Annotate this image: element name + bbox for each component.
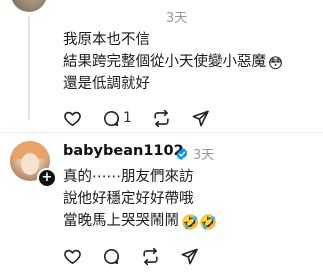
commenter-username[interactable]: babybean1102	[63, 143, 184, 159]
like-button[interactable]	[63, 247, 82, 266]
share-button[interactable]	[191, 109, 210, 128]
reply-count: 1	[123, 110, 132, 126]
comment-line: 說他好穩定好好帶哦	[63, 191, 194, 207]
rofl-emoji: 🤣🤣	[181, 215, 218, 231]
comment-line: 還是低調就好	[63, 76, 150, 92]
send-icon	[192, 110, 209, 126]
repost-icon	[143, 247, 158, 265]
comment-line: 真的⋯⋯朋友們來訪	[63, 169, 194, 185]
share-button[interactable]	[180, 247, 199, 266]
like-button[interactable]	[63, 109, 82, 128]
comment-line: 結果跨完整個從小天使變小惡魔 😳	[63, 51, 283, 75]
comment-icon	[103, 110, 120, 126]
heart-icon	[64, 249, 81, 264]
commenter-avatar[interactable]	[11, 0, 47, 12]
thread-line	[28, 16, 30, 120]
repost-button[interactable]	[141, 247, 160, 266]
comment-divider	[0, 132, 323, 133]
comment-timestamp: 3天	[193, 148, 215, 163]
send-icon	[181, 248, 198, 264]
reply-button[interactable]: 1	[102, 109, 132, 128]
comment-icon	[103, 248, 120, 264]
flushed-face-emoji: 😳	[268, 56, 284, 72]
comment-line: 當晚馬上哭哭鬧鬧 🤣🤣	[63, 210, 217, 234]
follow-plus-icon[interactable]: +	[37, 168, 57, 188]
comment-line: 我原本也不信	[63, 32, 150, 48]
verified-badge-icon	[175, 146, 189, 165]
heart-icon	[64, 111, 81, 126]
comment-actions	[63, 246, 219, 266]
reply-button[interactable]	[102, 247, 121, 266]
comment-actions: 1	[63, 108, 230, 128]
comment-timestamp: 3天	[166, 11, 188, 26]
repost-button[interactable]	[152, 109, 171, 128]
repost-icon	[154, 109, 169, 127]
